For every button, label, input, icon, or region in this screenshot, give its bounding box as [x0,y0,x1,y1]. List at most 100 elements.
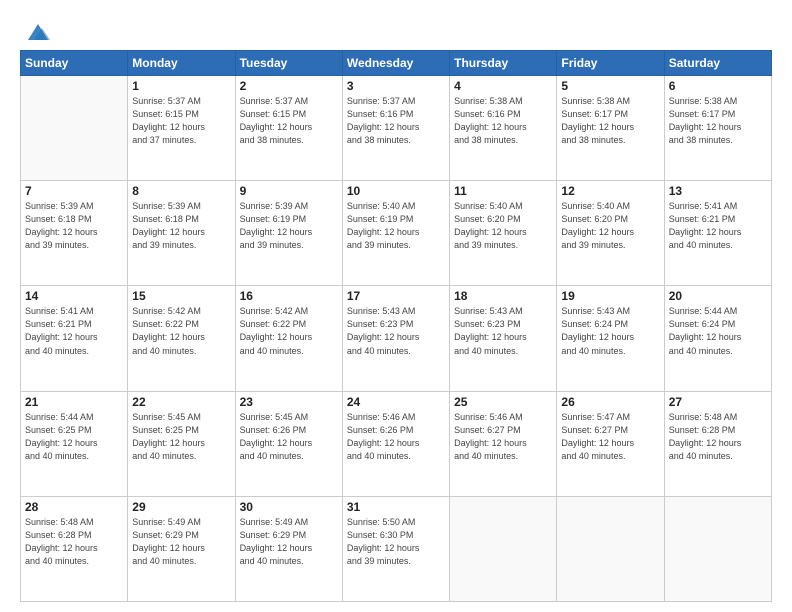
day-info: Sunrise: 5:40 AM Sunset: 6:19 PM Dayligh… [347,200,445,252]
calendar-cell: 18 Sunrise: 5:43 AM Sunset: 6:23 PM Dayli… [450,286,557,391]
calendar-cell: 30 Sunrise: 5:49 AM Sunset: 6:29 PM Dayli… [235,496,342,601]
day-info: Sunrise: 5:44 AM Sunset: 6:25 PM Dayligh… [25,411,123,463]
day-number: 16 [240,289,338,303]
day-info: Sunrise: 5:41 AM Sunset: 6:21 PM Dayligh… [25,305,123,357]
calendar-cell: 26Sunrise: 5:47 AM Sunset: 6:27 PM Dayli… [557,391,664,496]
day-info: Sunrise: 5:48 AM Sunset: 6:28 PM Dayligh… [669,411,767,463]
calendar-cell: 21 Sunrise: 5:44 AM Sunset: 6:25 PM Dayli… [21,391,128,496]
day-number: 12 [561,184,659,198]
calendar-header-friday: Friday [557,51,664,76]
calendar-cell: 24Sunrise: 5:46 AM Sunset: 6:26 PM Dayli… [342,391,449,496]
day-info: Sunrise: 5:49 AM Sunset: 6:29 PM Dayligh… [240,516,338,568]
day-number: 13 [669,184,767,198]
day-number: 23 [240,395,338,409]
day-info: Sunrise: 5:44 AM Sunset: 6:24 PM Dayligh… [669,305,767,357]
calendar-cell: 14 Sunrise: 5:41 AM Sunset: 6:21 PM Dayli… [21,286,128,391]
day-info: Sunrise: 5:38 AM Sunset: 6:17 PM Dayligh… [669,95,767,147]
day-info: Sunrise: 5:42 AM Sunset: 6:22 PM Dayligh… [132,305,230,357]
day-number: 10 [347,184,445,198]
day-info: Sunrise: 5:41 AM Sunset: 6:21 PM Dayligh… [669,200,767,252]
day-number: 17 [347,289,445,303]
calendar-cell: 12Sunrise: 5:40 AM Sunset: 6:20 PM Dayli… [557,181,664,286]
calendar-cell: 22 Sunrise: 5:45 AM Sunset: 6:25 PM Dayli… [128,391,235,496]
day-info: Sunrise: 5:39 AM Sunset: 6:18 PM Dayligh… [132,200,230,252]
day-number: 29 [132,500,230,514]
logo-icon [24,18,52,46]
calendar-header-sunday: Sunday [21,51,128,76]
calendar-week-2: 14 Sunrise: 5:41 AM Sunset: 6:21 PM Dayli… [21,286,772,391]
calendar-cell [664,496,771,601]
day-number: 28 [25,500,123,514]
calendar-cell: 10 Sunrise: 5:40 AM Sunset: 6:19 PM Dayli… [342,181,449,286]
calendar-cell: 23 Sunrise: 5:45 AM Sunset: 6:26 PM Dayli… [235,391,342,496]
calendar-table: SundayMondayTuesdayWednesdayThursdayFrid… [20,50,772,602]
day-info: Sunrise: 5:50 AM Sunset: 6:30 PM Dayligh… [347,516,445,568]
day-info: Sunrise: 5:37 AM Sunset: 6:16 PM Dayligh… [347,95,445,147]
day-number: 31 [347,500,445,514]
calendar-cell: 27 Sunrise: 5:48 AM Sunset: 6:28 PM Dayli… [664,391,771,496]
calendar-cell: 4 Sunrise: 5:38 AM Sunset: 6:16 PM Daylig… [450,76,557,181]
day-info: Sunrise: 5:43 AM Sunset: 6:24 PM Dayligh… [561,305,659,357]
calendar-cell: 7Sunrise: 5:39 AM Sunset: 6:18 PM Daylig… [21,181,128,286]
calendar-cell: 2 Sunrise: 5:37 AM Sunset: 6:15 PM Daylig… [235,76,342,181]
day-info: Sunrise: 5:48 AM Sunset: 6:28 PM Dayligh… [25,516,123,568]
day-number: 14 [25,289,123,303]
calendar-header-tuesday: Tuesday [235,51,342,76]
calendar-cell: 1Sunrise: 5:37 AM Sunset: 6:15 PM Daylig… [128,76,235,181]
calendar-cell: 28 Sunrise: 5:48 AM Sunset: 6:28 PM Dayli… [21,496,128,601]
logo [20,18,52,46]
day-number: 30 [240,500,338,514]
day-number: 2 [240,79,338,93]
day-info: Sunrise: 5:45 AM Sunset: 6:26 PM Dayligh… [240,411,338,463]
calendar-header-wednesday: Wednesday [342,51,449,76]
day-info: Sunrise: 5:38 AM Sunset: 6:16 PM Dayligh… [454,95,552,147]
calendar-cell: 15 Sunrise: 5:42 AM Sunset: 6:22 PM Dayli… [128,286,235,391]
calendar-cell [557,496,664,601]
day-info: Sunrise: 5:46 AM Sunset: 6:27 PM Dayligh… [454,411,552,463]
page: SundayMondayTuesdayWednesdayThursdayFrid… [0,0,792,612]
day-number: 27 [669,395,767,409]
day-number: 20 [669,289,767,303]
day-info: Sunrise: 5:40 AM Sunset: 6:20 PM Dayligh… [454,200,552,252]
day-number: 9 [240,184,338,198]
day-number: 25 [454,395,552,409]
calendar-cell: 13 Sunrise: 5:41 AM Sunset: 6:21 PM Dayli… [664,181,771,286]
day-number: 15 [132,289,230,303]
day-info: Sunrise: 5:42 AM Sunset: 6:22 PM Dayligh… [240,305,338,357]
calendar-cell: 5Sunrise: 5:38 AM Sunset: 6:17 PM Daylig… [557,76,664,181]
calendar-cell: 6 Sunrise: 5:38 AM Sunset: 6:17 PM Daylig… [664,76,771,181]
calendar-cell: 17 Sunrise: 5:43 AM Sunset: 6:23 PM Dayli… [342,286,449,391]
calendar-cell: 9Sunrise: 5:39 AM Sunset: 6:19 PM Daylig… [235,181,342,286]
calendar-cell: 8 Sunrise: 5:39 AM Sunset: 6:18 PM Daylig… [128,181,235,286]
day-number: 1 [132,79,230,93]
day-number: 21 [25,395,123,409]
calendar-week-1: 7 Sunrise: 5:39 AM Sunset: 6:18 PM Daylig… [21,181,772,286]
calendar-week-3: 21 Sunrise: 5:44 AM Sunset: 6:25 PM Dayli… [21,391,772,496]
day-number: 11 [454,184,552,198]
day-number: 6 [669,79,767,93]
calendar-cell [21,76,128,181]
calendar-cell: 20 Sunrise: 5:44 AM Sunset: 6:24 PM Dayli… [664,286,771,391]
calendar-cell: 19 Sunrise: 5:43 AM Sunset: 6:24 PM Dayli… [557,286,664,391]
calendar-cell: 3Sunrise: 5:37 AM Sunset: 6:16 PM Daylig… [342,76,449,181]
calendar-cell: 29 Sunrise: 5:49 AM Sunset: 6:29 PM Dayli… [128,496,235,601]
day-number: 7 [25,184,123,198]
day-number: 5 [561,79,659,93]
day-number: 4 [454,79,552,93]
header [20,18,772,46]
day-info: Sunrise: 5:43 AM Sunset: 6:23 PM Dayligh… [347,305,445,357]
calendar-week-0: 1 Sunrise: 5:37 AM Sunset: 6:15 PM Daylig… [21,76,772,181]
day-number: 18 [454,289,552,303]
day-info: Sunrise: 5:49 AM Sunset: 6:29 PM Dayligh… [132,516,230,568]
day-info: Sunrise: 5:43 AM Sunset: 6:23 PM Dayligh… [454,305,552,357]
calendar-cell [450,496,557,601]
day-info: Sunrise: 5:45 AM Sunset: 6:25 PM Dayligh… [132,411,230,463]
day-number: 22 [132,395,230,409]
day-number: 19 [561,289,659,303]
day-number: 8 [132,184,230,198]
calendar-cell: 31 Sunrise: 5:50 AM Sunset: 6:30 PM Dayli… [342,496,449,601]
day-number: 26 [561,395,659,409]
calendar-week-4: 28 Sunrise: 5:48 AM Sunset: 6:28 PM Dayli… [21,496,772,601]
calendar-cell: 16 Sunrise: 5:42 AM Sunset: 6:22 PM Dayli… [235,286,342,391]
day-info: Sunrise: 5:37 AM Sunset: 6:15 PM Dayligh… [240,95,338,147]
